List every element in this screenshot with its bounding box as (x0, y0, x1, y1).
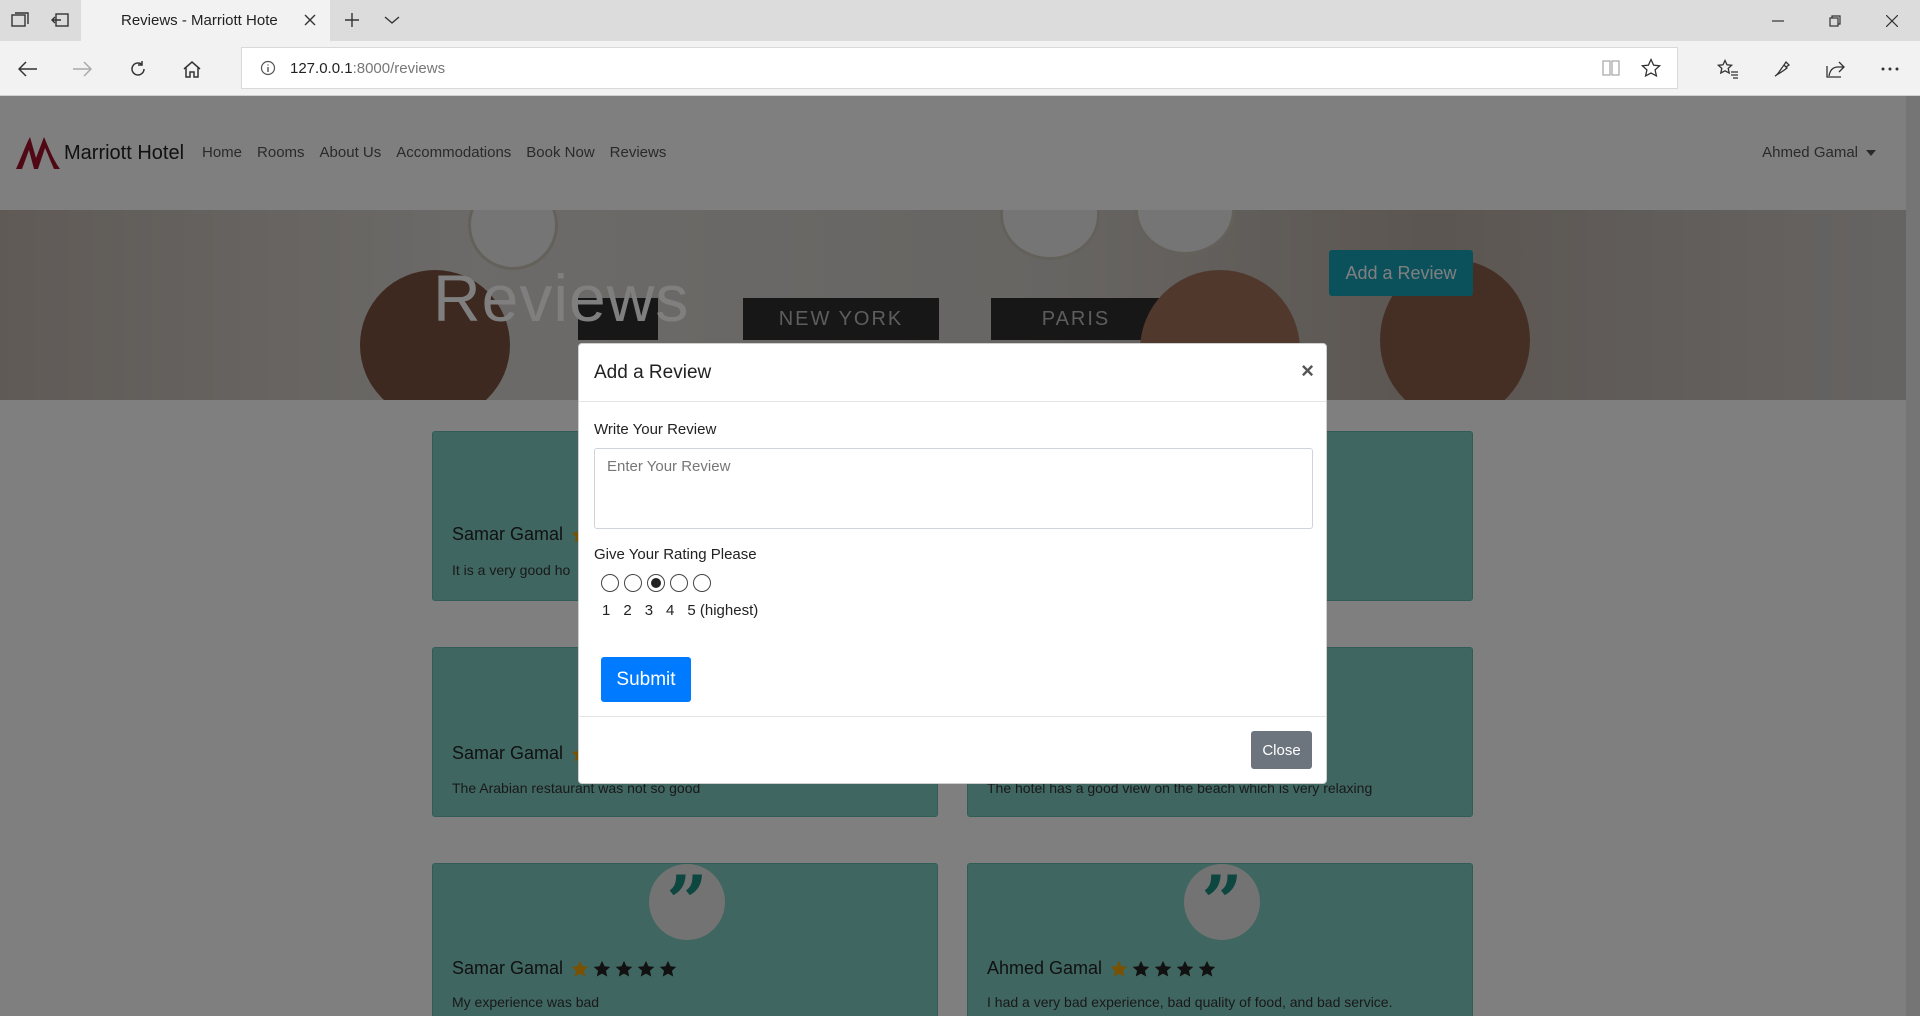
close-icon[interactable]: × (1301, 358, 1314, 384)
forward-icon[interactable] (68, 55, 96, 83)
new-tab-icon[interactable] (340, 8, 364, 32)
add-review-modal: Add a Review × Write Your Review Give Yo… (578, 343, 1327, 784)
submit-button[interactable]: Submit (601, 657, 691, 702)
close-window-icon[interactable] (1863, 0, 1920, 41)
tab-preview-chevron-icon[interactable] (380, 8, 404, 32)
modal-title: Add a Review (594, 362, 712, 383)
address-bar[interactable]: 127.0.0.1:8000/reviews (241, 47, 1678, 89)
reading-view-icon[interactable] (1601, 59, 1621, 81)
rating-radio-4[interactable] (670, 574, 688, 592)
rating-option-label: 5 (highest) (687, 602, 759, 619)
web-note-pen-icon[interactable] (1768, 55, 1796, 83)
more-options-icon[interactable] (1876, 55, 1904, 83)
modal-footer: Close (579, 716, 1326, 783)
restore-icon[interactable] (1806, 0, 1863, 41)
rating-numbers: 1 2 3 4 5 (highest) (602, 602, 771, 619)
home-icon[interactable] (178, 55, 206, 83)
review-label: Write Your Review (594, 421, 717, 438)
browser-toolbar: 127.0.0.1:8000/reviews (0, 41, 1920, 96)
site-info-icon[interactable] (260, 60, 276, 80)
rating-radio-3[interactable] (647, 574, 665, 592)
tab-title: Reviews - Marriott Hote (121, 12, 278, 29)
rating-option-label: 4 (666, 602, 675, 619)
favorite-star-icon[interactable] (1640, 57, 1662, 82)
url-text: 127.0.0.1:8000/reviews (290, 60, 445, 77)
rating-radio-group (601, 574, 711, 592)
rating-label: Give Your Rating Please (594, 546, 757, 563)
minimize-icon[interactable] (1749, 0, 1806, 41)
close-button[interactable]: Close (1251, 731, 1312, 769)
close-tab-icon[interactable] (298, 8, 322, 32)
rating-radio-5[interactable] (693, 574, 711, 592)
rating-radio-2[interactable] (624, 574, 642, 592)
set-aside-tabs-icon[interactable] (48, 8, 72, 32)
favorites-hub-icon[interactable] (1714, 55, 1742, 83)
tab-list-icon[interactable] (8, 8, 32, 32)
browser-tab-bar: Reviews - Marriott Hote (0, 0, 1920, 41)
share-icon[interactable] (1822, 55, 1850, 83)
modal-header: Add a Review × (579, 344, 1326, 402)
rating-radio-1[interactable] (601, 574, 619, 592)
rating-option-label: 3 (644, 602, 654, 619)
back-icon[interactable] (14, 55, 42, 83)
url-path: :8000/reviews (352, 60, 446, 77)
browser-tab[interactable]: Reviews - Marriott Hote (81, 0, 330, 41)
url-host: 127.0.0.1 (290, 60, 353, 77)
rating-option-label: 2 (623, 602, 632, 619)
refresh-icon[interactable] (124, 55, 152, 83)
rating-option-label: 1 (602, 602, 611, 619)
review-textarea[interactable] (594, 448, 1313, 529)
